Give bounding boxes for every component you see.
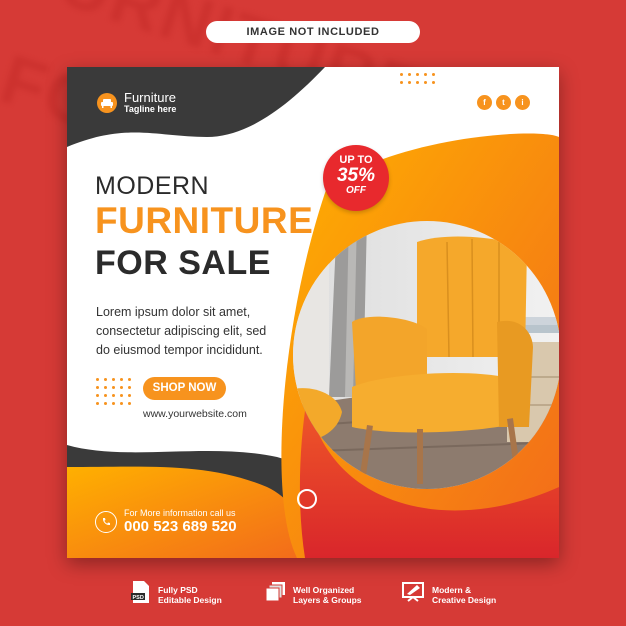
website-link[interactable]: www.yourwebsite.com [143,408,247,420]
footer-item-layers: Well Organized Layers & Groups [265,580,362,609]
footer-text: Editable Design [158,594,222,605]
twitter-icon[interactable]: t [496,95,511,110]
badge-percent: 35% [336,165,376,186]
svg-text:PSD: PSD [133,595,144,601]
facebook-icon[interactable]: f [477,95,492,110]
footer-text: Well Organized [293,584,355,595]
shop-now-button[interactable]: SHOP NOW [143,377,226,400]
design-tools-icon [402,580,426,609]
footer-item-psd: PSD Fully PSD Editable Design [130,580,222,609]
dot-pattern-top [400,73,435,84]
headline-furniture: FURNITURE [95,200,314,241]
phone-icon [95,510,117,533]
phone-number[interactable]: 000 523 689 520 [124,518,237,535]
layers-icon [265,580,287,609]
image-not-included-label: IMAGE NOT INCLUDED [206,21,420,43]
instagram-icon[interactable]: i [515,95,530,110]
headline-modern: MODERN [95,172,210,200]
description-line: consectetur adipiscing elit, sed [96,324,267,338]
footer-text: Fully PSD [158,584,198,595]
sofa-icon [97,93,117,114]
description: Lorem ipsum dolor sit amet, consectetur … [96,303,266,360]
footer-text: Layers & Groups [293,594,362,605]
social-links: f t i [477,95,530,110]
psd-file-icon: PSD [130,580,152,609]
headline-for-sale: FOR SALE [95,244,271,282]
brand-logo: Furniture Tagline here [97,90,177,115]
description-line: do eiusmod tempor incididunt. [96,343,263,357]
brand-tagline: Tagline here [124,104,177,115]
badge-off: OFF [346,185,366,196]
footer-text: Creative Design [432,594,497,605]
footer-text: Modern & [432,584,472,595]
footer-item-design: Modern & Creative Design [402,580,496,609]
discount-badge: UP TO 35% OFF [323,145,389,211]
poster: Furniture Tagline here f t i MODERN FURN… [67,67,559,558]
dot-pattern-left [96,378,131,405]
brand-name: Furniture [124,90,177,105]
contact-label: For More information call us [124,508,236,518]
description-line: Lorem ipsum dolor sit amet, [96,305,251,319]
contact-info: For More information call us 000 523 689… [95,508,237,535]
